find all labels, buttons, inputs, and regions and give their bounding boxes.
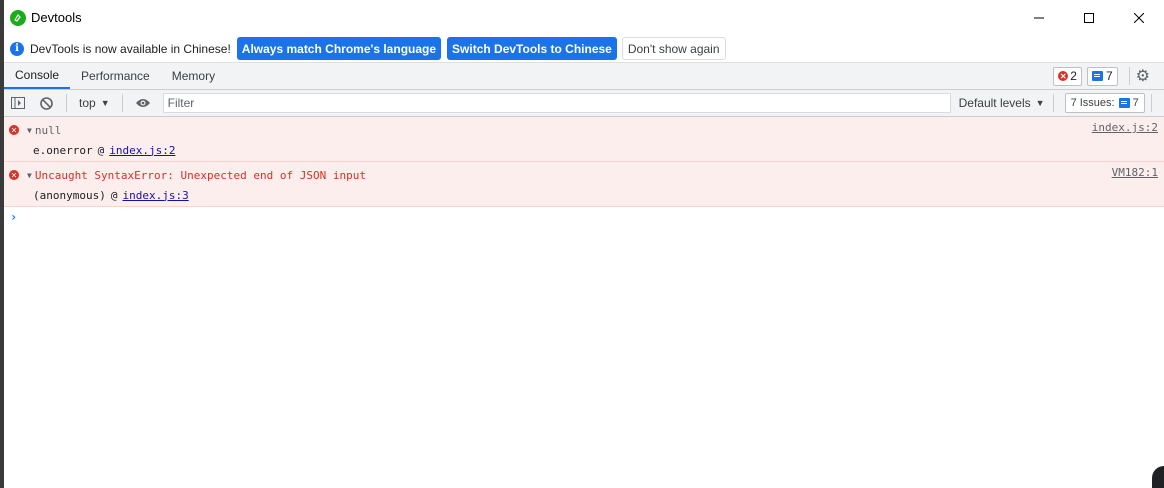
message-count: 7 [1105,69,1113,83]
maximize-icon [1084,12,1094,23]
context-selector[interactable]: top ▼ [73,96,116,110]
expand-triangle-icon[interactable]: ▼ [27,171,32,180]
error-icon: ✕ [9,125,19,135]
switch-chinese-button[interactable]: Switch DevTools to Chinese [447,37,617,60]
stack-function: (anonymous) [33,188,106,202]
window-title: Devtools [31,10,82,25]
maximize-button[interactable] [1064,0,1114,35]
tab-console[interactable]: Console [4,63,71,89]
message-icon [1091,71,1103,81]
tabbar-right: ✕ 2 7 ⚙ [1053,63,1164,89]
panel-tabbar: Console Performance Memory ✕ 2 7 ⚙ [4,63,1164,90]
stack-link[interactable]: index.js:2 [109,144,175,157]
log-levels-dropdown[interactable]: Default levels ▼ [959,96,1045,110]
console-toolbar: top ▼ Filter Default levels ▼ 7 Issues: … [4,90,1164,117]
issues-count: 7 [1132,97,1139,109]
minimize-icon [1034,17,1044,18]
prompt-chevron-icon: › [10,210,18,224]
message-counter[interactable]: 7 [1086,66,1118,86]
window-controls [1014,0,1164,35]
tab-memory[interactable]: Memory [161,63,226,89]
dont-show-again-button[interactable]: Don't show again [621,37,726,60]
sidebar-toggle-icon [11,97,25,109]
stack-frame: (anonymous) @ index.js:3 [4,184,1164,206]
issues-icon [1118,98,1130,108]
filter-placeholder: Filter [167,96,195,110]
title-bar: Devtools [4,0,1164,35]
filter-input[interactable]: Filter [162,93,951,113]
error-count: 2 [1070,69,1077,83]
divider [121,94,123,112]
sidebar-toggle-button[interactable] [4,90,32,117]
context-label: top [79,96,96,110]
match-language-button[interactable]: Always match Chrome's language [236,37,442,60]
source-link[interactable]: index.js:2 [1092,121,1158,134]
stack-frame: e.onerror @ index.js:2 [4,139,1164,161]
divider [66,94,67,112]
devtools-window: Devtools i DevTools is now available in … [4,0,1164,488]
dropdown-arrow-icon: ▼ [1035,98,1045,108]
close-button[interactable] [1114,0,1164,35]
scroll-corner [1152,466,1164,488]
error-message: null [34,123,62,137]
console-error-entry[interactable]: ✕ ▼ Uncaught SyntaxError: Unexpected end… [4,162,1164,207]
console-prompt[interactable]: › [4,207,1164,227]
console-output: ✕ ▼ null index.js:2 e.onerror @ index.js… [4,117,1164,227]
tab-performance[interactable]: Performance [70,63,161,89]
dropdown-arrow-icon: ▼ [100,98,110,108]
language-infobar: i DevTools is now available in Chinese! … [4,35,1164,63]
source-link[interactable]: VM182:1 [1112,166,1158,179]
levels-label: Default levels [958,96,1031,110]
error-message: Uncaught SyntaxError: Unexpected end of … [34,168,366,182]
clear-icon [39,96,53,110]
issues-button[interactable]: 7 Issues: 7 [1064,93,1145,113]
stack-function: e.onerror [33,143,93,157]
entry-header: ✕ ▼ Uncaught SyntaxError: Unexpected end… [4,162,1164,184]
gear-icon[interactable]: ⚙ [1136,66,1150,86]
expand-triangle-icon[interactable]: ▼ [27,126,32,135]
error-icon: ✕ [9,170,19,180]
info-icon: i [10,41,24,56]
divider [1128,67,1130,85]
issues-label: 7 Issues: [1070,97,1115,109]
app-icon [10,9,26,26]
close-icon [1134,12,1144,23]
console-error-entry[interactable]: ✕ ▼ null index.js:2 e.onerror @ index.js… [4,117,1164,162]
live-expression-button[interactable] [129,90,157,117]
minimize-button[interactable] [1014,0,1064,35]
entry-header: ✕ ▼ null [4,117,1164,139]
eye-icon [135,99,150,107]
stack-at: @ [110,188,118,202]
divider [1150,94,1152,112]
stack-link[interactable]: index.js:3 [122,189,188,202]
error-icon: ✕ [1058,71,1069,81]
stack-at: @ [97,143,105,157]
infobar-message: DevTools is now available in Chinese! [30,41,231,56]
clear-console-button[interactable] [32,90,60,117]
error-counter[interactable]: ✕ 2 [1053,66,1082,86]
divider [1052,94,1054,112]
